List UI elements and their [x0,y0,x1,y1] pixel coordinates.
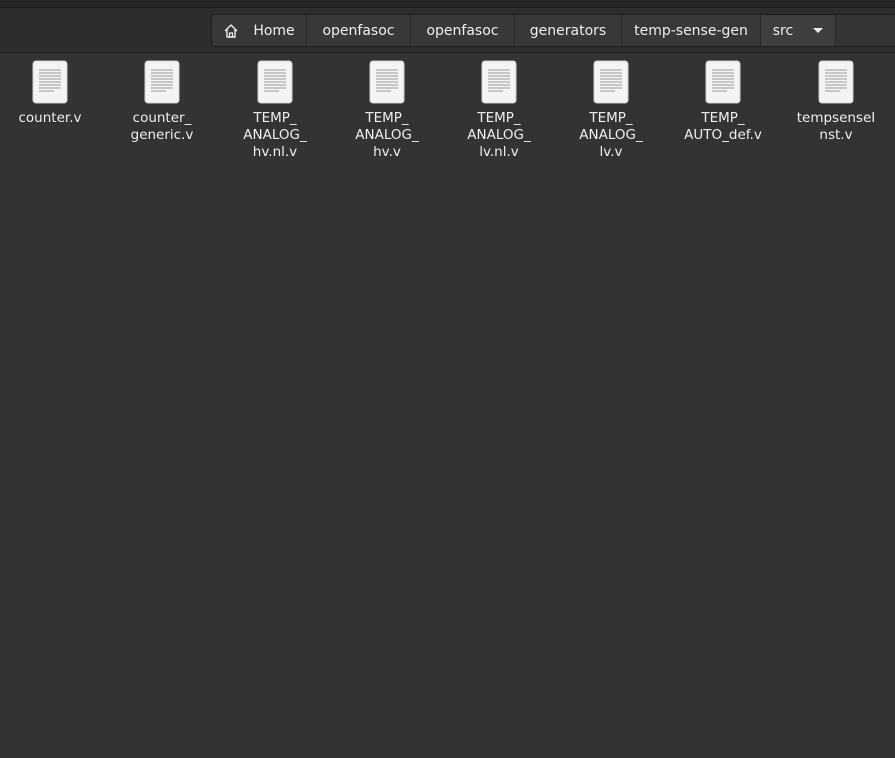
text-file-icon [144,60,180,104]
path-bar: Home openfasoc openfasoc generators temp… [211,14,895,47]
file-name: TEMP_ AUTO_def.v [684,110,762,143]
text-file-icon [257,60,293,104]
file-item[interactable]: TEMP_ ANALOG_ lv.nl.v [443,60,555,161]
file-item[interactable]: counter.v [0,60,106,127]
breadcrumb-spacer [836,15,895,46]
breadcrumb-src[interactable]: src [761,15,836,46]
text-file-icon [705,60,741,104]
breadcrumb-openfasoc-1[interactable]: openfasoc [307,15,411,46]
chevron-down-icon[interactable] [813,28,824,33]
breadcrumb-label: openfasoc [322,22,395,39]
text-file-icon [481,60,517,104]
text-file-icon [369,60,405,104]
breadcrumb-temp-sense-gen[interactable]: temp-sense-gen [622,15,761,46]
text-file-icon [593,60,629,104]
text-file-icon [818,60,854,104]
file-item[interactable]: tempsenseI nst.v [780,60,892,144]
breadcrumb-generators[interactable]: generators [515,15,622,46]
breadcrumb-label: generators [529,22,607,39]
file-name: counter.v [18,110,82,126]
file-item[interactable]: TEMP_ ANALOG_ lv.v [555,60,667,161]
file-item[interactable]: counter_ generic.v [106,60,218,144]
file-item[interactable]: TEMP_ ANALOG_ hv.v [331,60,443,161]
file-name: TEMP_ ANALOG_ hv.nl.v [243,110,307,160]
home-icon [224,23,238,38]
file-item[interactable]: TEMP_ AUTO_def.v [667,60,779,144]
breadcrumb-label: Home [253,22,295,39]
breadcrumb-label: src [772,22,794,39]
file-name: TEMP_ ANALOG_ hv.v [355,110,419,160]
breadcrumb-openfasoc-2[interactable]: openfasoc [411,15,515,46]
file-manager-window: Home openfasoc openfasoc generators temp… [0,0,895,758]
file-name: counter_ generic.v [130,110,194,143]
header-bar: Home openfasoc openfasoc generators temp… [0,0,895,53]
breadcrumb-home[interactable]: Home [212,15,307,46]
file-name: TEMP_ ANALOG_ lv.nl.v [467,110,531,160]
file-name: TEMP_ ANALOG_ lv.v [579,110,643,160]
breadcrumb-label: temp-sense-gen [634,22,748,39]
breadcrumb-label: openfasoc [426,22,499,39]
window-edge [0,0,895,8]
file-name: tempsenseI nst.v [796,110,876,143]
text-file-icon [32,60,68,104]
file-item[interactable]: TEMP_ ANALOG_ hv.nl.v [219,60,331,161]
